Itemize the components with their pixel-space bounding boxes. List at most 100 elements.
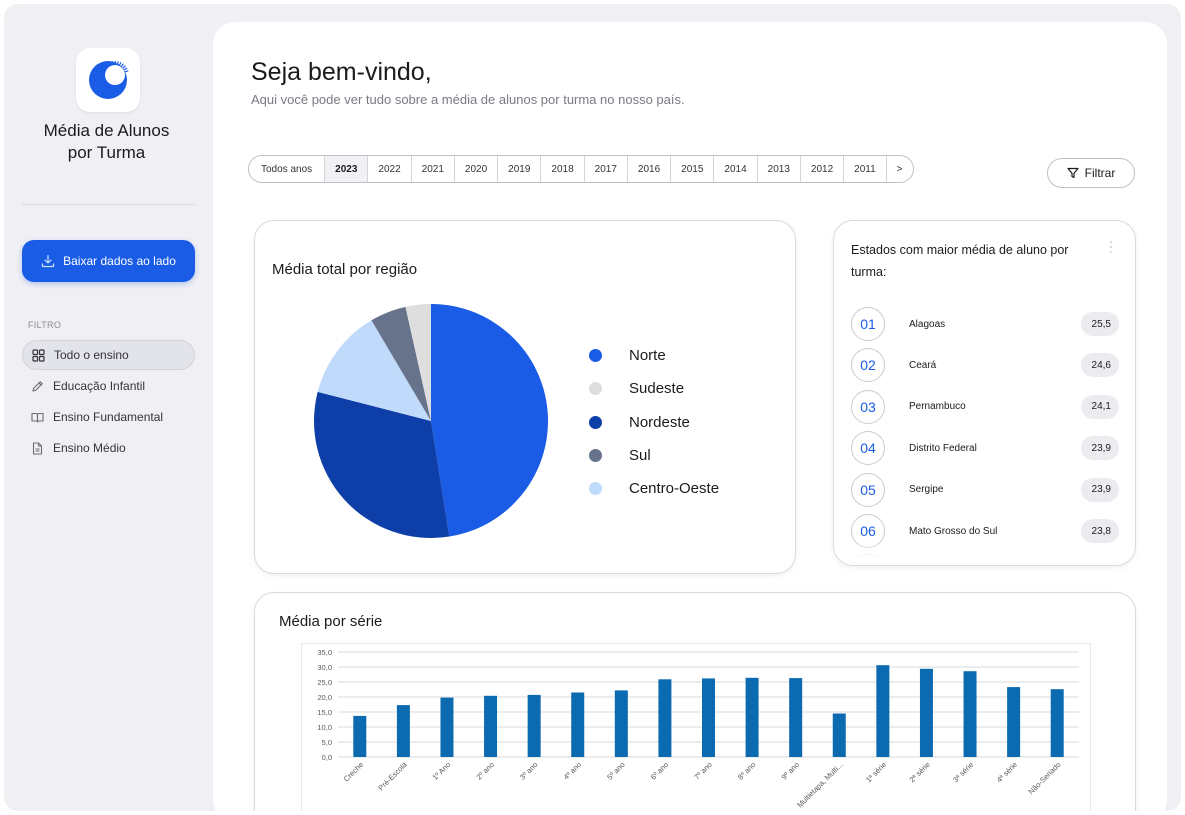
list-item[interactable]: 04 Distrito Federal 23,9 (851, 431, 1119, 466)
app-title-line2: por Turma (67, 143, 146, 162)
legend-item-sul: Sul (589, 439, 719, 472)
state-name: Ceará (909, 359, 937, 371)
bar-15 (1007, 687, 1021, 757)
bar-13 (919, 668, 933, 757)
bar-8 (702, 678, 715, 757)
sidebar-item-label: Educação Infantil (53, 379, 146, 393)
filter-caption: FILTRO (28, 320, 62, 330)
sidebar-item-ensino-medio[interactable]: Ensino Médio (22, 433, 195, 463)
y-tick-label: 10,0 (317, 723, 332, 732)
year-tab-2017[interactable]: 2017 (583, 156, 627, 182)
document-icon (32, 441, 43, 455)
top-states-card: Estados com maior média de aluno por tur… (833, 220, 1136, 566)
y-tick-label: 25,0 (317, 678, 332, 687)
year-tab-2022[interactable]: 2022 (367, 156, 410, 182)
bar-6 (614, 690, 628, 757)
app-logo (76, 48, 140, 112)
sidebar-item-educacao-infantil[interactable]: Educação Infantil (22, 371, 195, 401)
year-tab-2013[interactable]: 2013 (756, 156, 800, 182)
year-tab-2020[interactable]: 2020 (453, 156, 497, 182)
state-value-badge: 24,6 (1081, 353, 1119, 378)
filter-button-label: Filtrar (1084, 166, 1116, 180)
legend-swatch (589, 482, 602, 496)
year-next-button[interactable]: > (885, 156, 913, 182)
region-legend: Norte Sudeste Nordeste Sul Centro-Oeste (589, 339, 719, 505)
year-tab-todos-anos[interactable]: Todos anos (249, 156, 324, 182)
logo-ray (122, 65, 126, 69)
state-value-badge: 24,1 (1081, 394, 1119, 419)
y-tick-label: 15,0 (317, 708, 332, 717)
bar-3 (484, 695, 498, 757)
bar-0 (353, 715, 367, 757)
sidebar: Média de Alunos por Turma Baixar dados a… (4, 4, 209, 811)
logo-ray (118, 62, 122, 67)
bar-1 (396, 705, 410, 757)
logo-ray (101, 72, 106, 75)
state-rank: 05 (851, 472, 885, 507)
legend-swatch (589, 415, 602, 429)
more-options-icon[interactable]: · · · (1107, 234, 1115, 258)
y-tick-label: 30,0 (317, 663, 332, 672)
y-tick-label: 5,0 (322, 738, 332, 747)
top-states-title: Estados com maior média de aluno por tur… (851, 243, 1069, 279)
series-bar-chart: 0,05,010,015,020,025,030,035,0Creche Pré-… (301, 643, 1091, 811)
year-tab-2018[interactable]: 2018 (540, 156, 583, 182)
download-data-button[interactable]: Baixar dados ao lado (22, 240, 195, 282)
legend-swatch (589, 449, 602, 463)
app-title: Média de Alunos por Turma (4, 120, 209, 164)
year-tab-2016[interactable]: 2016 (626, 156, 670, 182)
sidebar-item-todo-o-ensino[interactable]: Todo o ensino (22, 340, 195, 370)
y-tick-label: 0,0 (322, 753, 332, 762)
list-item[interactable]: 01 Alagoas 25,5 (851, 307, 1119, 341)
bar-12 (876, 665, 890, 757)
bar-7 (658, 679, 672, 757)
sidebar-nav: Todo o ensino Educação Infantil Ensino F… (22, 340, 195, 464)
legend-label: Nordeste (629, 413, 690, 431)
page-subtitle: Aqui você pode ver tudo sobre a média de… (251, 92, 685, 107)
logo-ray (124, 70, 129, 73)
sidebar-divider (22, 204, 195, 205)
bar-11 (832, 713, 846, 757)
list-item[interactable]: 05 Sergipe 23,9 (851, 472, 1119, 507)
bar-10 (789, 678, 803, 757)
sidebar-item-ensino-fundamental[interactable]: Ensino Fundamental (22, 402, 195, 432)
year-tab-2012[interactable]: 2012 (799, 156, 843, 182)
list-item[interactable]: 03 Pernambuco 24,1 (851, 389, 1119, 424)
series-chart-title: Média por série (279, 613, 383, 630)
state-name: Pernambuco (909, 401, 966, 413)
state-rank: 04 (851, 431, 885, 466)
y-tick-label: 35,0 (317, 648, 332, 657)
bar-16 (1050, 689, 1064, 757)
state-name: Mato Grosso do Sul (909, 525, 998, 537)
year-tab-2014[interactable]: 2014 (713, 156, 756, 182)
state-rank: 02 (851, 348, 885, 383)
download-icon (42, 254, 55, 268)
list-item[interactable]: 02 Ceará 24,6 (851, 348, 1119, 383)
bar-4 (527, 694, 541, 757)
legend-label: Centro-Oeste (629, 480, 720, 498)
year-tab-2019[interactable]: 2019 (497, 156, 540, 182)
state-name: Sergipe (909, 484, 944, 496)
state-name: Alagoas (909, 318, 946, 330)
state-value-badge: 23,9 (1081, 477, 1119, 502)
pie-slice-norte (431, 304, 549, 537)
download-button-label: Baixar dados ao lado (63, 254, 176, 268)
legend-label: Sul (629, 447, 651, 465)
series-chart-card: Média por série 0,0 5,0 10,0 15,0 20,0 25,0 30… (254, 592, 1136, 811)
legend-item-norte: Norte (589, 339, 719, 372)
year-tab-2023[interactable]: 2023 (324, 156, 368, 182)
year-tab-2021[interactable]: 2021 (410, 156, 454, 182)
book-icon (31, 412, 44, 423)
state-rank: 01 (851, 307, 885, 341)
filter-button[interactable]: Filtrar (1047, 158, 1135, 188)
grid-icon (32, 348, 45, 362)
state-value-badge: 25,5 (1081, 312, 1119, 336)
y-tick-label: 20,0 (317, 693, 332, 702)
year-tab-2011[interactable]: 2011 (843, 156, 886, 182)
state-name: Distrito Federal (909, 442, 977, 454)
year-tab-2015[interactable]: 2015 (670, 156, 713, 182)
legend-swatch (589, 382, 602, 396)
app-title-line1: Média de Alunos (43, 121, 170, 140)
funnel-icon (1067, 167, 1079, 179)
logo-ray (120, 63, 124, 68)
